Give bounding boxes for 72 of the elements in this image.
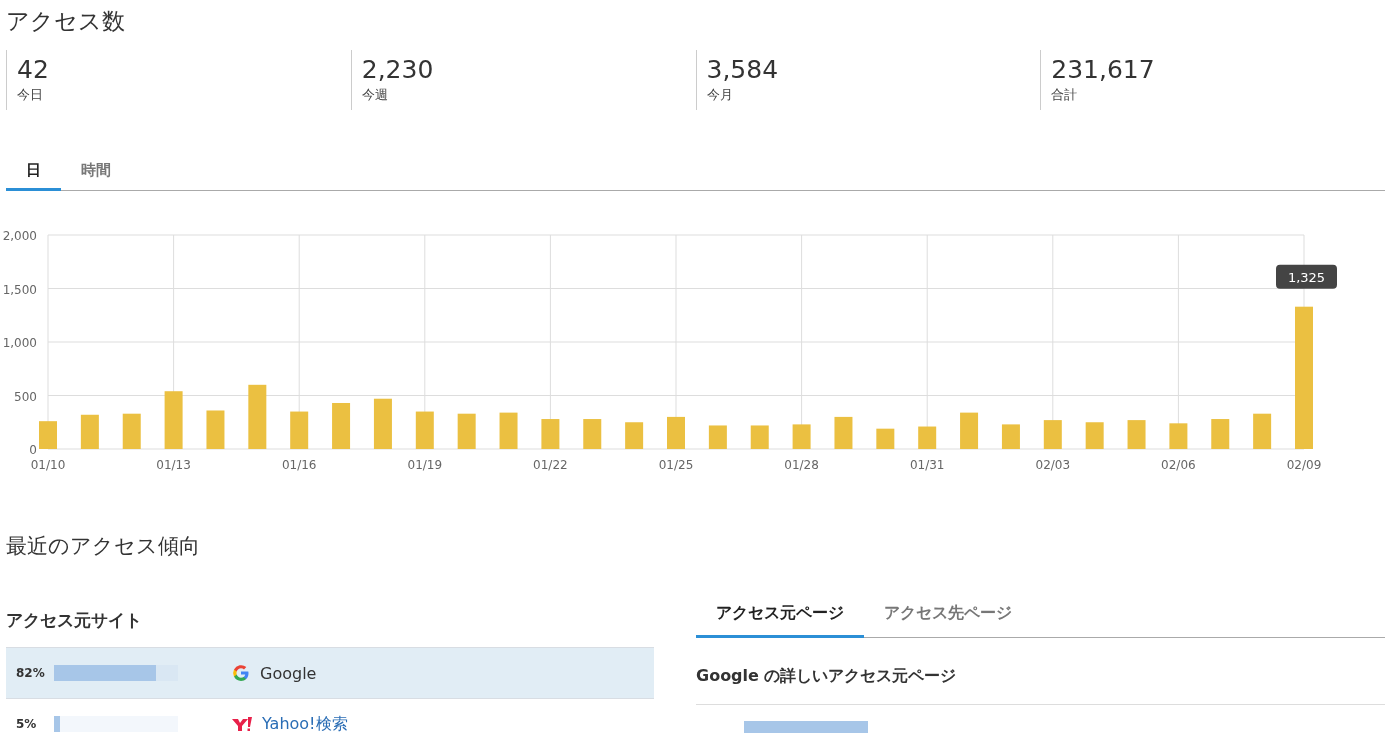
axis-label: 01/16	[281, 458, 317, 471]
stat-value: 2,230	[361, 54, 435, 86]
bar	[248, 384, 267, 449]
bar	[792, 424, 811, 449]
bar	[1253, 413, 1272, 449]
axis-label: 02/03	[1035, 458, 1071, 471]
axis-label: 2,000	[2, 229, 37, 243]
stat-value: 42	[17, 54, 50, 86]
bar	[122, 413, 141, 449]
yahoo-icon	[232, 717, 252, 731]
bar	[206, 410, 225, 449]
bar	[80, 414, 99, 449]
bar	[1001, 424, 1020, 449]
bar	[290, 411, 309, 449]
bar	[960, 412, 979, 449]
axis-label: 01/19	[407, 458, 443, 471]
bar	[667, 416, 685, 449]
axis-label: 02/09	[1286, 458, 1322, 471]
axis-label: 1,000	[2, 336, 37, 350]
panel-title: Google の詳しいアクセス元ページ	[696, 662, 1385, 705]
bar	[541, 419, 560, 449]
stat-value: 231,617	[1051, 54, 1156, 86]
stat-label: 今週	[361, 86, 389, 104]
tab[interactable]: アクセス先ページ	[864, 592, 1032, 638]
axis-label: 1,500	[2, 282, 37, 297]
stat-value: 3,584	[706, 54, 780, 86]
axis-label: 01/13	[156, 458, 191, 471]
panel-title: アクセス元サイト	[6, 609, 143, 632]
bar	[1043, 420, 1062, 449]
stat-label: 合計	[1051, 86, 1079, 104]
percent-label: 82%	[15, 666, 46, 680]
axis-label: 01/10	[30, 458, 66, 471]
stat-label: 今日	[17, 86, 44, 104]
bar	[583, 419, 602, 449]
tab[interactable]: 日	[6, 153, 61, 191]
bar	[1085, 422, 1104, 449]
site-row[interactable]: 82% Google	[6, 647, 654, 698]
tooltip: 1,325	[1276, 264, 1337, 289]
bar	[457, 413, 476, 449]
bar	[164, 391, 183, 449]
tab[interactable]: 時間	[61, 153, 131, 191]
axis-label: 0	[29, 443, 37, 457]
percent-label: 5%	[15, 717, 38, 731]
page-title: アクセス数	[6, 7, 126, 36]
site-link[interactable]: Google	[260, 663, 317, 683]
axis-label: 02/06	[1161, 458, 1196, 471]
axis-label: 01/22	[533, 458, 568, 471]
bar	[1169, 423, 1188, 449]
site-row[interactable]: 5% Yahoo!検索	[6, 698, 654, 744]
bar	[39, 421, 57, 449]
google-icon	[232, 664, 250, 682]
axis-label: 500	[14, 389, 37, 404]
axis-label: 01/25	[658, 458, 694, 471]
bar	[1127, 420, 1146, 449]
bar	[876, 428, 895, 449]
axis-label: 01/28	[784, 458, 819, 471]
bar	[415, 411, 434, 449]
bar	[708, 425, 727, 449]
axis-label: 01/31	[909, 458, 945, 471]
annotation: 1,325	[1287, 269, 1326, 285]
bar	[625, 422, 644, 449]
bar	[332, 403, 351, 449]
tab[interactable]: アクセス元ページ	[696, 592, 864, 638]
bar	[1211, 419, 1230, 449]
stat-label: 今月	[706, 86, 734, 104]
bar	[834, 416, 853, 449]
bar	[499, 412, 518, 449]
site-link[interactable]: Yahoo!検索	[262, 713, 348, 735]
bar	[373, 398, 392, 449]
section-title: 最近のアクセス傾向	[6, 533, 201, 560]
bar	[750, 425, 769, 449]
bar	[918, 426, 937, 449]
